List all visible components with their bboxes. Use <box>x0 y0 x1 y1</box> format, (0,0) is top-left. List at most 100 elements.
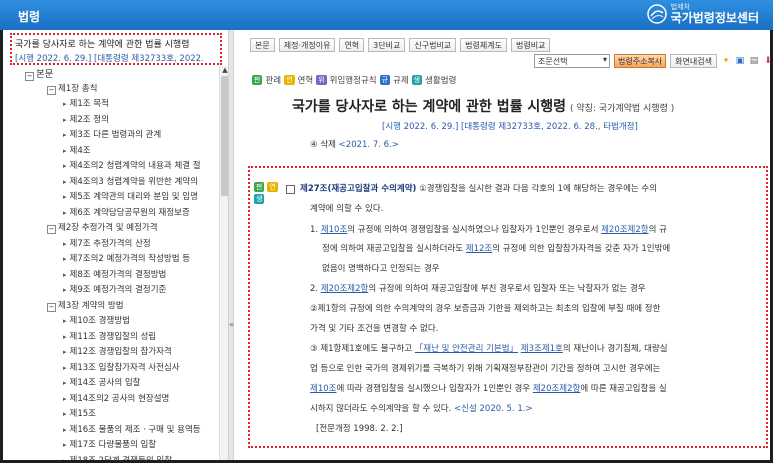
ref-link[interactable]: 「재난 및 안전관리 기본법」 <box>415 344 518 354</box>
brand-logo[interactable]: 법제처 국가법령정보센터 <box>646 4 759 24</box>
toc-item-label: 제4조 <box>69 145 91 156</box>
toc-item[interactable]: ▸ 제13조 입찰참가자격 사전심사 <box>63 361 180 373</box>
toc-item[interactable]: ▸ 제17조 다량물품의 입찰 <box>63 438 156 450</box>
toc-item[interactable]: ▸ 제10조 경쟁방법 <box>63 314 130 326</box>
toolbar-button[interactable]: 법령비교 <box>510 38 551 52</box>
bullet-arrow-icon: ▸ <box>63 208 67 217</box>
toc-item-label: 제6조 계약담당공무원의 재정보증 <box>69 207 190 218</box>
ref-link[interactable]: 제3조제1호 <box>521 344 563 354</box>
bullet-arrow-icon: ▸ <box>63 317 67 325</box>
toc-item[interactable]: ▸ 제5조 계약관의 대리와 분임 및 임명 <box>63 190 198 202</box>
save-icon[interactable]: ▣ <box>735 56 745 66</box>
collapse-toggle-icon[interactable]: − <box>47 302 56 312</box>
history-label[interactable]: 연혁 <box>298 74 314 86</box>
ref-link[interactable]: 제20조제2항 <box>533 384 581 394</box>
toc-item[interactable]: − 제3장 계약의 방법 <box>47 299 124 312</box>
toc-item[interactable]: ▸ 제11조 경쟁입찰의 성립 <box>63 330 156 342</box>
bullet-arrow-icon: ▸ <box>63 379 67 387</box>
bullet-arrow-icon: ▸ <box>63 193 67 201</box>
toolbar-button[interactable]: 연혁 <box>339 38 365 52</box>
ref-link[interactable]: 제10조 <box>321 225 347 235</box>
toc-item-label: 제2장 추정가격 및 예정가격 <box>58 223 158 233</box>
highlight-icon[interactable]: ✦ <box>721 56 731 66</box>
ref-link[interactable]: 제12조 <box>466 244 492 254</box>
item-text: 의 재난이나 경기침체, 대량실 <box>562 344 668 354</box>
item-text: 정에 의하여 재공고입찰을 실시하더라도 <box>322 244 466 254</box>
article-select[interactable]: 조문선택 ▾ <box>534 54 610 68</box>
collapse-toggle-icon[interactable]: − <box>47 85 56 95</box>
item-2: 2. 제20조제2항의 규정에 의하여 재공고입찰에 부친 경우로서 입찰자 또… <box>310 282 646 294</box>
toc-item-label: 제3조 다른 법령과의 관계 <box>69 130 162 140</box>
bullet-arrow-icon: ▸ <box>63 115 67 124</box>
precedent-label[interactable]: 판례 <box>265 74 281 86</box>
toc-item[interactable]: ▸ 제16조 물품의 제조ㆍ구매 및 용역등 <box>63 423 201 435</box>
living-law-tag: 생 <box>411 75 423 85</box>
bullet-arrow-icon: ▸ <box>63 286 67 294</box>
item-text: 에 따라 경쟁입찰을 실시했으나 입찰자가 1인뿐인 경우 <box>336 384 533 394</box>
toc-item[interactable]: ▸ 제14조 공사의 입찰 <box>63 376 140 388</box>
toc-item[interactable]: ▸ 제8조 예정가격의 결정방법 <box>63 268 166 280</box>
ref-link[interactable]: 제10조 <box>310 384 336 394</box>
toc-item[interactable]: ▸ 제1조 목적 <box>63 97 109 109</box>
living-law-label[interactable]: 생활법령 <box>425 74 456 86</box>
toc-item[interactable]: ▸ 제12조 경쟁입찰의 참가자격 <box>63 345 172 357</box>
toc-item[interactable]: ▸ 제4조 <box>63 144 91 156</box>
ref-link[interactable]: 제20조제2항 <box>321 284 369 294</box>
toc-item-label: 제14조의2 공사의 현장설명 <box>69 393 170 404</box>
title-bar: 법령 법제처 국가법령정보센터 <box>0 0 773 30</box>
item-text: ③ 제1항제1호에도 불구하고 <box>310 344 415 354</box>
toc-item[interactable]: ▸ 제14조의2 공사의 현장설명 <box>63 392 169 404</box>
screen-search-button[interactable]: 화면내검색 <box>670 54 717 68</box>
bullet-arrow-icon: ▸ <box>63 425 67 434</box>
bullet-arrow-icon: ▸ <box>63 162 67 170</box>
collapse-toggle-icon[interactable]: − <box>25 72 34 81</box>
toc-item-label: 제13조 입찰참가자격 사전심사 <box>69 362 180 373</box>
toc-item-label: 제17조 다량물품의 입찰 <box>69 440 157 450</box>
toc-item[interactable]: ▸ 제9조 예정가격의 결정기준 <box>63 283 166 295</box>
toolbar-button[interactable]: 법령체계도 <box>460 38 507 52</box>
copy-address-button[interactable]: 법령주소복사 <box>614 54 667 68</box>
download-icon[interactable]: ⬇ <box>763 56 773 66</box>
item-1-cont: 정에 의하여 재공고입찰을 실시하더라도 제12조의 규정에 의한 입찰참가자격… <box>322 242 670 254</box>
promulgation-info[interactable]: [시행 2022. 6. 29.] [대통령령 제32733호, 2022. 6… <box>382 120 638 132</box>
moleg-logo-icon <box>646 4 667 24</box>
history-tag: 연 <box>284 75 295 85</box>
article-tag-precedent[interactable]: 판 <box>254 182 265 192</box>
collapse-toggle-icon[interactable]: − <box>47 225 56 234</box>
toc-item[interactable]: ▸제18조 2단계 경쟁등의 입찰 <box>63 454 172 461</box>
article-checkbox[interactable] <box>286 185 295 194</box>
toolbar-button[interactable]: 본문 <box>250 38 275 52</box>
item-text: 의 규 <box>648 225 667 235</box>
item-text: 1. <box>310 225 321 235</box>
deleted-date[interactable]: <2021. 7. 6.> <box>339 140 399 150</box>
toc-item-label: 제4조의3 청렴계약을 위반한 계약의 <box>69 176 198 187</box>
toc-item[interactable]: − 본문 <box>25 66 53 81</box>
toc-item[interactable]: ▸ 제7조의2 예정가격의 작성방법 등 <box>63 252 190 264</box>
paragraph-3: ③ 제1항제1호에도 불구하고 「재난 및 안전관리 기본법」 제3조제1호의 … <box>310 342 668 354</box>
print-icon[interactable]: ▤ <box>749 56 759 66</box>
toc-item[interactable]: ▸ 제2조 정의 <box>63 113 109 125</box>
toc-item-label: 제10조 경쟁방법 <box>69 316 130 326</box>
toc-item[interactable]: ▸ 제6조 계약담당공무원의 재정보증 <box>63 206 190 218</box>
toolbar-button[interactable]: 신구법비교 <box>409 38 457 52</box>
toc-item-label: 제12조 경쟁입찰의 참가자격 <box>69 347 172 357</box>
app-title: 법령 <box>18 10 41 24</box>
toc-item[interactable]: − 제2장 추정가격 및 예정가격 <box>47 221 158 234</box>
toc-item[interactable]: ▸ 제15조 <box>63 407 96 419</box>
toolbar-button[interactable]: 제정·개정이유 <box>278 38 336 52</box>
article-tag-history[interactable]: 연 <box>267 182 278 192</box>
delegated-label[interactable]: 위임행정규칙 <box>330 74 377 86</box>
toc-item[interactable]: ▸ 제3조 다른 법령과의 관계 <box>63 128 161 140</box>
regulation-label[interactable]: 규제 <box>393 74 409 86</box>
toc-item[interactable]: ▸ 제7조 추정가격의 산정 <box>63 237 151 249</box>
ref-link[interactable]: 제20조제2항 <box>601 225 649 235</box>
article-tag-living[interactable]: 생 <box>254 194 265 204</box>
toc-item[interactable]: − 제1장 총칙 <box>47 82 97 95</box>
toolbar-button[interactable]: 3단비교 <box>368 38 406 52</box>
article-select-value: 조문선택 <box>538 57 568 66</box>
toc-item[interactable]: ▸ 제4조의3 청렴계약을 위반한 계약의 <box>63 175 198 187</box>
law-name[interactable]: 국가를 당사자로 하는 계약에 관한 법률 시행령 <box>15 37 217 50</box>
toc-item[interactable]: ▸ 제4조의2 청렴계약의 내용과 체결 절 <box>63 159 201 171</box>
amend-date[interactable]: <신설 2020. 5. 1.> <box>454 404 533 414</box>
full-revision-note[interactable]: [전문개정 1998. 2. 2.] <box>316 422 403 434</box>
